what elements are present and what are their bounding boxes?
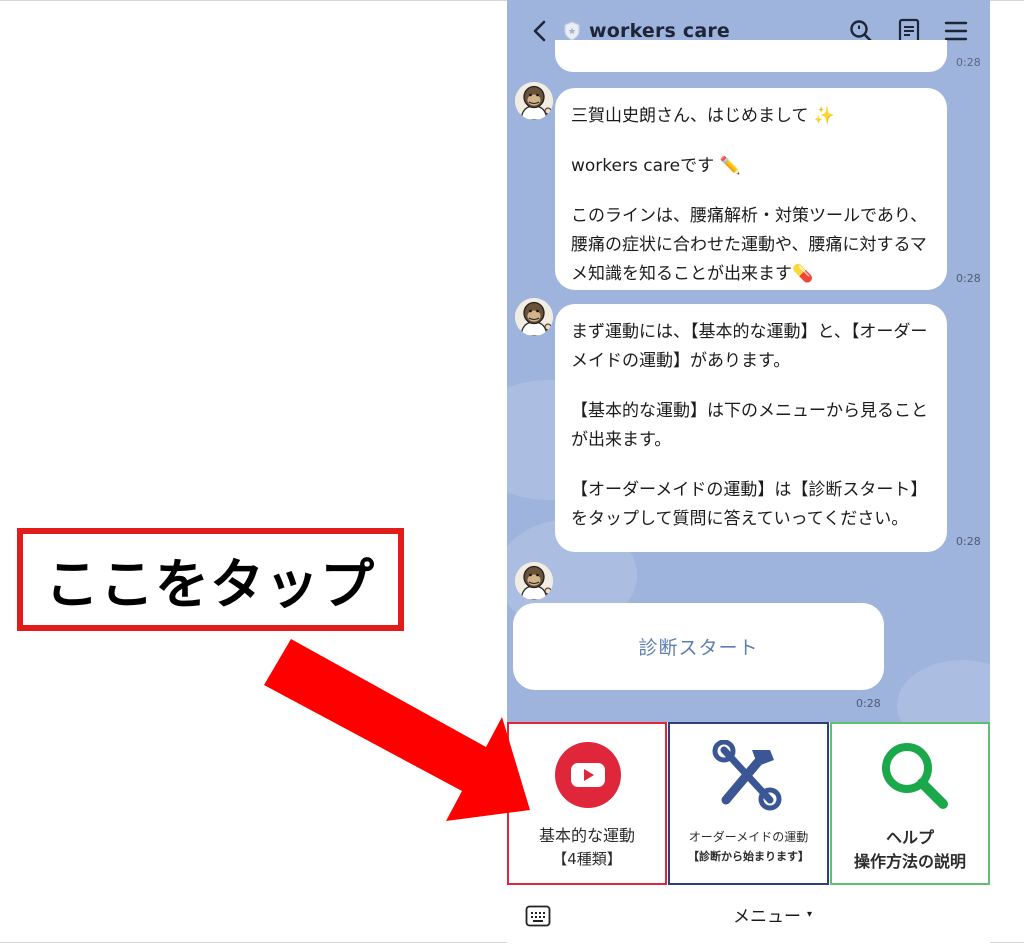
menu-tile-title: ヘルプ (885, 828, 934, 847)
youtube-play-icon (555, 742, 621, 808)
chat-area[interactable]: workers care 0:28 三賀山史朗さん、はじめまして ✨ worke… (507, 0, 990, 722)
back-button[interactable] (525, 16, 555, 46)
chevron-left-icon (533, 20, 546, 42)
rich-menu: 基本的な運動 【4種類】 オーダーメイドの運動 【診断から始まります】 ヘルプ … (507, 722, 990, 885)
message-bubble[interactable]: まず運動には、【基本的な運動】と、【オーダーメイドの運動】があります。 【基本的… (555, 304, 947, 552)
message-bubble[interactable]: 三賀山史朗さん、はじめまして ✨ workers careです ✏️ このライン… (555, 88, 947, 290)
menu-tile-subtitle: 【4種類】 (552, 850, 622, 868)
menu-toggle-label: メニュー (733, 907, 801, 927)
shield-badge-icon (564, 21, 580, 41)
menu-tile-subtitle: 【診断から始まります】 (688, 850, 809, 863)
arrow-right-icon (264, 639, 530, 821)
bottom-bar: メニュー ▾ (507, 885, 990, 945)
chat-title: workers care (589, 20, 731, 42)
message-timestamp: 0:28 (856, 697, 881, 710)
message-text: このラインは、腰痛解析・対策ツールであり、腰痛の症状に合わせた運動や、腰痛に対す… (571, 206, 928, 284)
message-text: まず運動には、【基本的な運動】と、【オーダーメイドの運動】があります。 (571, 322, 928, 371)
diagnosis-start-label: 診断スタート (638, 637, 759, 659)
menu-tile-subtitle: 操作方法の説明 (853, 852, 966, 871)
menu-toggle[interactable]: メニュー ▾ (733, 902, 812, 927)
avatar[interactable] (515, 562, 553, 600)
background-cloud (897, 660, 990, 722)
mascot-avatar-icon (515, 298, 553, 336)
mascot-avatar-icon (515, 82, 553, 120)
menu-tile-help[interactable]: ヘルプ 操作方法の説明 (830, 722, 990, 885)
previous-message-bubble (555, 40, 947, 72)
message-timestamp: 0:28 (956, 535, 981, 548)
avatar[interactable] (515, 298, 553, 336)
message-text: 【基本的な運動】は下のメニューから見ることが出来ます。 (571, 401, 928, 450)
message-text: workers careです ✏️ (571, 156, 741, 176)
annotation-label: ここをタップ (45, 553, 375, 616)
annotation-callout: ここをタップ (17, 528, 404, 631)
message-text: 三賀山史朗さん、はじめまして ✨ (571, 106, 836, 126)
diagnosis-start-button[interactable]: 診断スタート (513, 603, 884, 690)
tools-icon (712, 740, 782, 811)
keyboard-icon[interactable] (525, 905, 551, 927)
magnifier-icon (882, 743, 948, 809)
menu-tile-basic-exercise[interactable]: 基本的な運動 【4種類】 (507, 722, 667, 885)
message-text: 【オーダーメイドの運動】は【診断スタート】をタップして質問に答えていってください… (571, 480, 928, 529)
menu-tile-title: 基本的な運動 (538, 826, 635, 845)
menu-tile-custom-exercise[interactable]: オーダーメイドの運動 【診断から始まります】 (668, 722, 829, 885)
message-timestamp: 0:28 (956, 56, 981, 69)
caret-down-icon: ▾ (807, 909, 813, 920)
phone-screen: workers care 0:28 三賀山史朗さん、はじめまして ✨ worke… (507, 0, 990, 945)
mascot-avatar-icon (515, 562, 553, 600)
avatar[interactable] (515, 82, 553, 120)
message-timestamp: 0:28 (956, 272, 981, 285)
menu-tile-title: オーダーメイドの運動 (688, 830, 809, 844)
